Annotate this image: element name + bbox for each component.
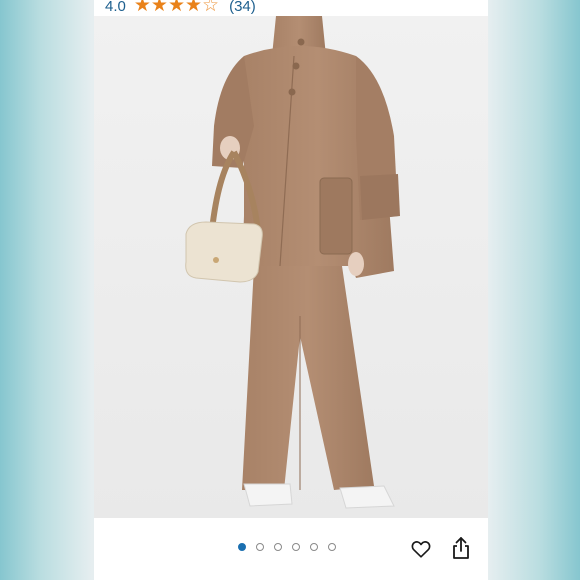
star-icon: ★	[133, 0, 151, 16]
wishlist-button[interactable]	[409, 537, 433, 561]
heart-outline-icon	[411, 541, 431, 558]
rating-row[interactable]: 4.0 ★ ★ ★ ★ ☆ (34)	[105, 0, 256, 16]
product-photo-illustration	[94, 16, 488, 518]
rating-value: 4.0	[105, 0, 126, 15]
share-button[interactable]	[449, 536, 473, 560]
star-icon: ★	[167, 0, 185, 16]
carousel-dot-3[interactable]	[274, 543, 282, 551]
star-icon: ★	[150, 0, 168, 16]
carousel-dot-6[interactable]	[328, 543, 336, 551]
carousel-dot-4[interactable]	[292, 543, 300, 551]
carousel-dot-5[interactable]	[310, 543, 318, 551]
share-icon	[453, 537, 469, 559]
carousel-dot-1[interactable]	[238, 543, 246, 551]
carousel-pagination	[238, 543, 336, 551]
star-icon: ★	[185, 0, 203, 16]
star-outline-icon: ☆	[202, 0, 220, 16]
rating-stars: ★ ★ ★ ★ ☆	[134, 0, 219, 15]
carousel-dot-2[interactable]	[256, 543, 264, 551]
rating-count: (34)	[229, 0, 256, 15]
product-image[interactable]	[94, 16, 488, 518]
